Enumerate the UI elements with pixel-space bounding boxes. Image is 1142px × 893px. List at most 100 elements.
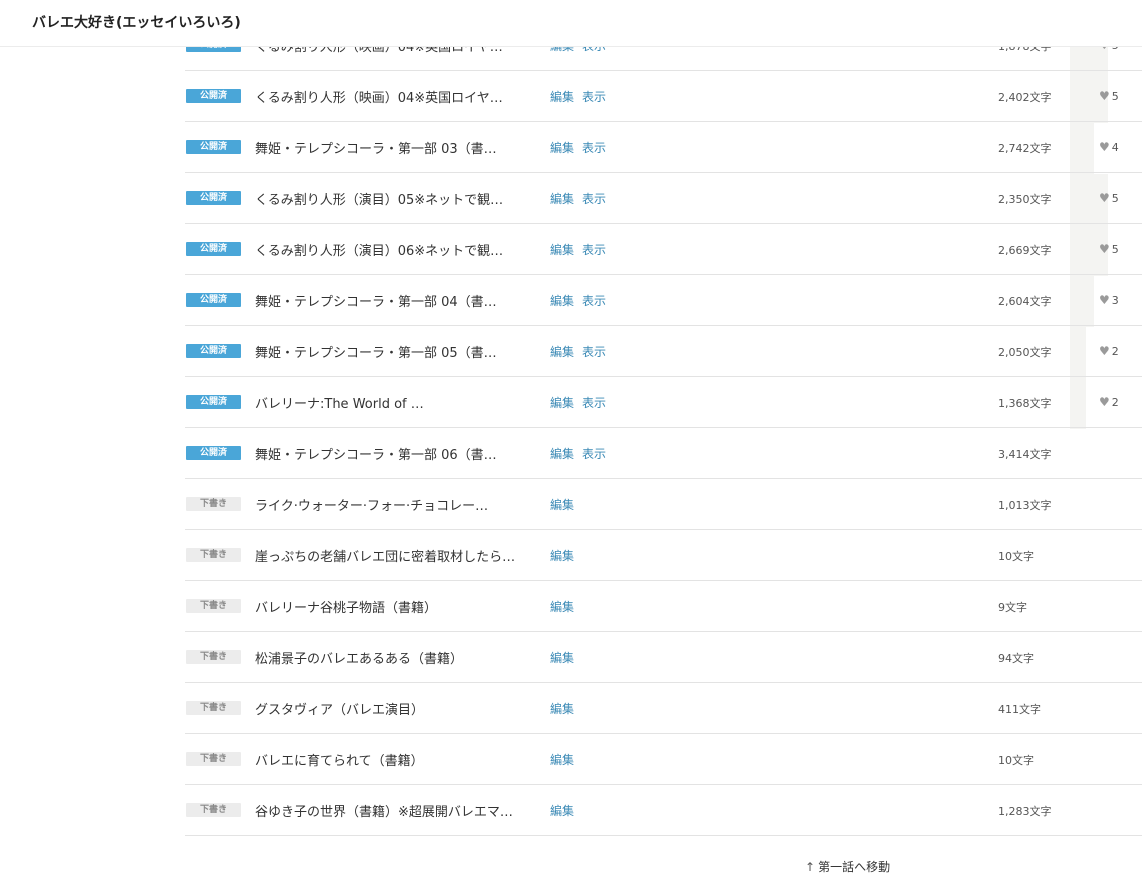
draft-badge: 下書き [186, 701, 241, 715]
episode-row: 下書き 崖っぷちの老舗バレエ団に密着取材したら… 編集 10文字 [185, 530, 1142, 581]
char-count: 9文字 [998, 601, 1027, 614]
episode-row: 公開済 くるみ割り人形（演目）05※ネットで観… 編集 表示 2,350文字 ♥ 5 [185, 173, 1142, 224]
like-count: ♥5 [1099, 242, 1119, 256]
episode-row: 下書き 松浦景子のバレエあるある（書籍） 編集 94文字 [185, 632, 1142, 683]
heart-icon: ♥ [1099, 242, 1110, 256]
episode-row: 公開済 舞姫・テレプシコーラ・第一部 03（書… 編集 表示 2,742文字 ♥ 4 [185, 122, 1142, 173]
episode-title[interactable]: くるみ割り人形（演目）05※ネットで観… [255, 189, 535, 208]
char-count: 1,283文字 [998, 805, 1052, 818]
published-badge: 公開済 [186, 242, 241, 256]
char-count: 411文字 [998, 703, 1041, 716]
view-link[interactable]: 表示 [582, 292, 606, 309]
draft-badge: 下書き [186, 650, 241, 664]
episode-title[interactable]: バレエに育てられて（書籍） [255, 750, 535, 769]
episode-row: 下書き 谷ゆき子の世界（書籍）※超展開バレエマ… 編集 1,283文字 [185, 785, 1142, 836]
char-count: 1,368文字 [998, 397, 1052, 410]
edit-link[interactable]: 編集 [550, 802, 574, 819]
draft-badge: 下書き [186, 548, 241, 562]
episode-title[interactable]: くるみ割り人形（演目）06※ネットで観… [255, 240, 535, 259]
edit-link[interactable]: 編集 [550, 241, 574, 258]
like-count-value: 5 [1111, 243, 1119, 256]
episode-title[interactable]: 松浦景子のバレエあるある（書籍） [255, 648, 535, 667]
char-count: 1,013文字 [998, 499, 1052, 512]
episode-title[interactable]: 崖っぷちの老舗バレエ団に密着取材したら… [255, 546, 535, 565]
episode-title[interactable]: 舞姫・テレプシコーラ・第一部 04（書… [255, 291, 535, 310]
char-count: 10文字 [998, 550, 1034, 563]
episode-title[interactable]: くるみ割り人形（映画）04※英国ロイヤ… [255, 87, 535, 106]
episode-title[interactable]: ライク·ウォーター·フォー·チョコレー… [255, 495, 535, 514]
char-count: 94文字 [998, 652, 1034, 665]
draft-badge: 下書き [186, 497, 241, 511]
like-count-value: 4 [1111, 141, 1119, 154]
draft-badge: 下書き [186, 599, 241, 613]
like-count: ♥ 4 [1099, 140, 1119, 154]
edit-link[interactable]: 編集 [550, 700, 574, 717]
view-link[interactable]: 表示 [582, 241, 606, 258]
go-to-first-episode-link[interactable]: ↑ 第一話へ移動 [805, 858, 890, 875]
char-count: 10文字 [998, 754, 1034, 767]
like-count-value: 5 [1111, 192, 1119, 205]
heart-icon: ♥ [1099, 89, 1110, 103]
episode-title[interactable]: バレリーナ:The World of … [255, 393, 535, 412]
like-count: ♥5 [1099, 89, 1119, 103]
heart-icon: ♥ [1099, 191, 1110, 205]
arrow-up-icon: ↑ [805, 860, 816, 874]
like-count: ♥5 [1099, 191, 1119, 205]
published-badge: 公開済 [186, 293, 241, 307]
heart-icon: ♥ [1099, 293, 1110, 307]
edit-link[interactable]: 編集 [550, 139, 574, 156]
edit-link[interactable]: 編集 [550, 343, 574, 360]
view-link[interactable]: 表示 [582, 139, 606, 156]
episode-title[interactable]: バレリーナ谷桃子物語（書籍） [255, 597, 535, 616]
edit-link[interactable]: 編集 [550, 88, 574, 105]
published-badge: 公開済 [186, 191, 241, 205]
episode-title[interactable]: 谷ゆき子の世界（書籍）※超展開バレエマ… [255, 801, 535, 820]
episode-title[interactable]: 舞姫・テレプシコーラ・第一部 05（書… [255, 342, 535, 361]
episode-title[interactable]: 舞姫・テレプシコーラ・第一部 03（書… [255, 138, 535, 157]
edit-link[interactable]: 編集 [550, 190, 574, 207]
edit-link[interactable]: 編集 [550, 292, 574, 309]
episode-list: 公開済くるみ割り人形（映画）04※英国ロイヤ…編集表示1,878文字♥5公開済く… [185, 20, 1142, 836]
char-count: 2,604文字 [998, 295, 1052, 308]
episode-row: 公開済 舞姫・テレプシコーラ・第一部 05（書… 編集 表示 2,050文字 ♥ 2 [185, 326, 1142, 377]
char-count: 2,050文字 [998, 346, 1052, 359]
published-badge: 公開済 [186, 446, 241, 460]
go-to-first-episode-label: 第一話へ移動 [818, 860, 891, 874]
edit-link[interactable]: 編集 [550, 445, 574, 462]
episode-row: 公開済 くるみ割り人形（映画）04※英国ロイヤ… 編集 表示 2,402文字 ♥ 5 [185, 71, 1142, 122]
char-count: 3,414文字 [998, 448, 1052, 461]
view-link[interactable]: 表示 [582, 445, 606, 462]
like-count-value: 5 [1111, 90, 1119, 103]
like-count-value: 2 [1111, 345, 1119, 358]
episode-row: 公開済 くるみ割り人形（演目）06※ネットで観… 編集 表示 2,669文字 ♥ 5 [185, 224, 1142, 275]
heart-icon: ♥ [1099, 395, 1110, 409]
char-count: 2,350文字 [998, 193, 1052, 206]
edit-link[interactable]: 編集 [550, 394, 574, 411]
episode-row: 下書き ライク·ウォーター·フォー·チョコレー… 編集 1,013文字 [185, 479, 1142, 530]
draft-badge: 下書き [186, 752, 241, 766]
view-link[interactable]: 表示 [582, 343, 606, 360]
edit-link[interactable]: 編集 [550, 496, 574, 513]
like-count: ♥ 3 [1099, 293, 1119, 307]
published-badge: 公開済 [186, 89, 241, 103]
page-title: バレエ大好き(エッセイいろいろ) [32, 15, 241, 31]
view-link[interactable]: 表示 [582, 88, 606, 105]
char-count: 2,742文字 [998, 142, 1052, 155]
episode-title[interactable]: 舞姫・テレプシコーラ・第一部 06（書… [255, 444, 535, 463]
episode-row: 公開済 舞姫・テレプシコーラ・第一部 06（書… 編集 表示 3,414文字 [185, 428, 1142, 479]
edit-link[interactable]: 編集 [550, 598, 574, 615]
view-link[interactable]: 表示 [582, 394, 606, 411]
episode-row: 下書き バレエに育てられて（書籍） 編集 10文字 [185, 734, 1142, 785]
like-count: ♥ 2 [1099, 344, 1119, 358]
view-link[interactable]: 表示 [582, 190, 606, 207]
episode-row: 下書き バレリーナ谷桃子物語（書籍） 編集 9文字 [185, 581, 1142, 632]
edit-link[interactable]: 編集 [550, 751, 574, 768]
heart-icon: ♥ [1099, 140, 1110, 154]
published-badge: 公開済 [186, 344, 241, 358]
episode-title[interactable]: グスタヴィア（バレエ演目） [255, 699, 535, 718]
published-badge: 公開済 [186, 395, 241, 409]
edit-link[interactable]: 編集 [550, 649, 574, 666]
published-badge: 公開済 [186, 140, 241, 154]
char-count: 2,669文字 [998, 244, 1052, 257]
edit-link[interactable]: 編集 [550, 547, 574, 564]
